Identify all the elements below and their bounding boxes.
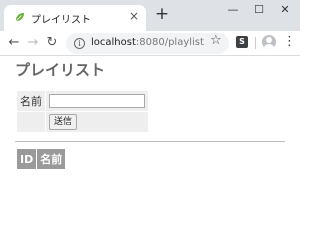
name-label: 名前 (17, 91, 45, 111)
leaf-favicon-icon (15, 12, 25, 22)
tab-close-icon[interactable]: × (128, 10, 140, 22)
toolbar-divider (255, 37, 256, 49)
submit-button[interactable]: 送信 (49, 114, 78, 130)
new-tab-button[interactable]: + (154, 6, 170, 23)
extension-icon[interactable]: S (236, 36, 248, 48)
divider (15, 141, 285, 142)
url-path: :8080/playlist (135, 37, 204, 48)
page-title: プレイリスト (15, 61, 106, 79)
tab-strip: プレイリスト × + — ☐ ✕ (0, 0, 300, 31)
minimize-button[interactable]: — (222, 2, 244, 18)
reload-button[interactable]: ↻ (43, 34, 61, 52)
forward-button[interactable]: → (24, 34, 42, 52)
menu-icon[interactable]: ⋮ (283, 34, 296, 50)
name-input[interactable] (49, 94, 145, 108)
page-content: プレイリスト 名前 送信 ID 名前 (0, 57, 300, 251)
close-window-button[interactable]: ✕ (274, 2, 296, 18)
url-host: localhost (91, 37, 136, 48)
back-button[interactable]: ← (5, 34, 23, 52)
browser-tab[interactable]: プレイリスト × (4, 5, 146, 31)
bookmark-star-icon[interactable]: ☆ (210, 33, 222, 48)
column-header-id: ID (17, 149, 37, 169)
tab-title: プレイリスト (31, 15, 91, 26)
url-text[interactable]: localhost:8080/playlist (91, 37, 204, 48)
column-header-name: 名前 (37, 149, 66, 169)
info-icon[interactable]: i (74, 38, 85, 49)
table-header-row: ID 名前 (17, 149, 66, 169)
address-bar[interactable]: i localhost:8080/playlist (66, 33, 229, 54)
playlist-form: 名前 送信 (16, 90, 149, 133)
playlist-table: ID 名前 (16, 148, 66, 170)
profile-icon[interactable] (262, 35, 276, 49)
maximize-button[interactable]: ☐ (248, 2, 270, 18)
